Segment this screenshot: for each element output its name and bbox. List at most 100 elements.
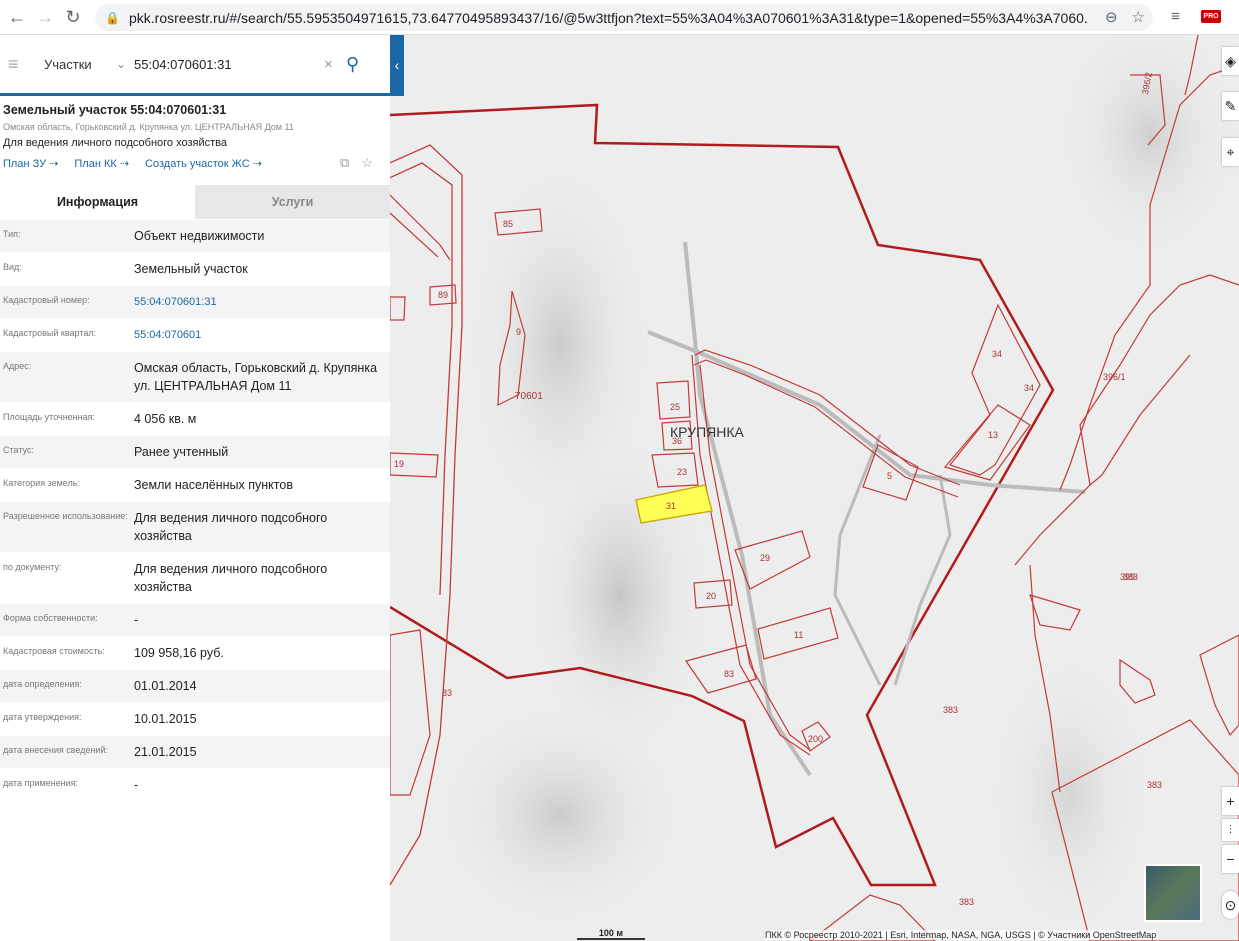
favorite-star-icon[interactable]: ☆ [361, 155, 373, 171]
create-zhs-link[interactable]: Создать участок ЖС ⇢ [145, 157, 262, 170]
clear-icon[interactable]: × [324, 56, 346, 73]
preview-icon[interactable]: ⧉ [340, 155, 349, 171]
locate-icon[interactable]: ⌖ [1222, 138, 1239, 166]
detail-value: Для ведения личного подсобного хозяйства [134, 511, 328, 543]
detail-value: Земли населённых пунктов [134, 478, 293, 492]
overview-minimap[interactable] [1144, 864, 1202, 922]
basemap-switch-icon[interactable]: ⊙ [1222, 891, 1239, 919]
detail-value: Земельный участок [134, 262, 248, 276]
parcel-label: 383 [943, 705, 958, 715]
detail-row: Категория земель: Земли населённых пункто… [0, 469, 390, 502]
plan-zu-link[interactable]: План ЗУ ⇢ [3, 157, 58, 170]
parcel-label: 5 [887, 471, 892, 481]
detail-row: дата определения: 01.01.2014 [0, 670, 390, 703]
detail-label: Кадастровая стоимость: [3, 646, 105, 656]
detail-row: Тип: Объект недвижимости [0, 220, 390, 253]
parcel-label: 36 [672, 436, 682, 446]
zoom-in-button[interactable]: + [1222, 787, 1239, 815]
object-purpose: Для ведения личного подсобного хозяйства [3, 137, 227, 149]
detail-row: дата утверждения: 10.01.2015 [0, 703, 390, 736]
menu-icon[interactable]: ≡ [8, 54, 28, 75]
detail-value: 10.01.2015 [134, 712, 197, 726]
layers-icon[interactable]: ◈ [1222, 47, 1239, 75]
detail-row: Разрешенное использование: Для ведения ли… [0, 502, 390, 553]
parcel-label: 89 [438, 290, 448, 300]
detail-label: Кадастровый номер: [3, 295, 90, 305]
detail-label: Кадастровый квартал: [3, 328, 97, 338]
detail-value: Объект недвижимости [134, 229, 265, 243]
parcel-label: 383 [959, 897, 974, 907]
zoom-scale-dots[interactable]: ⋮ [1222, 819, 1239, 841]
detail-label: Площадь уточненная: [3, 412, 95, 422]
map-canvas[interactable]: КРУПЯНКА 70601 8589919253623312920118320… [390, 35, 1239, 941]
parcel-label: 83 [724, 669, 734, 679]
search-input[interactable]: 55:04:070601:31 [134, 57, 324, 72]
detail-value: Ранее учтенный [134, 445, 229, 459]
detail-row: Кадастровая стоимость: 109 958,16 руб. [0, 637, 390, 670]
bookmark-star-icon[interactable]: ☆ [1132, 8, 1145, 26]
detail-row: Площадь уточненная: 4 056 кв. м [0, 403, 390, 436]
details-table: Тип: Объект недвижимости Вид: Земельный уча… [0, 220, 390, 802]
collapse-panel-button[interactable]: ‹ [390, 35, 404, 96]
object-header: Земельный участок 55:04:070601:31 Омская… [3, 103, 387, 171]
detail-row: дата применения: - [0, 769, 390, 802]
parcel-label: 19 [394, 459, 404, 469]
detail-value-link[interactable]: 55:04:070601:31 [134, 293, 384, 311]
parcel-label: 25 [670, 402, 680, 412]
chevron-down-icon[interactable]: ⌄ [116, 57, 134, 71]
map-attribution: ПКК © Росреестр 2010-2021 | Esri, Interm… [765, 930, 1157, 940]
media-control-icon[interactable]: ≡ [1171, 8, 1180, 25]
browser-toolbar: ← → ↻ 🔒 pkk.rosreestr.ru/#/search/55.595… [0, 0, 1239, 35]
tab-info[interactable]: Информация [0, 185, 195, 219]
reload-icon[interactable]: ↻ [62, 6, 84, 28]
detail-row: Кадастровый квартал: 55:04:070601 [0, 319, 390, 352]
parcel-label: 11 [794, 630, 803, 640]
quarter-label: 70601 [515, 391, 543, 402]
detail-row: Форма собственности: - [0, 604, 390, 637]
parcel-label: 9 [516, 327, 521, 337]
cadastral-map[interactable]: КРУПЯНКА 70601 85 89 9 19 25 36 23 31 29 20 11 83 20… [390, 35, 1239, 941]
parcel-label: 34 [992, 349, 1002, 359]
detail-label: Форма собственности: [3, 613, 98, 623]
parcel-label: 23 [677, 467, 687, 477]
tab-services[interactable]: Услуги [195, 185, 390, 219]
search-type-select[interactable]: Участки [44, 57, 116, 72]
detail-label: дата применения: [3, 778, 79, 788]
detail-row: Кадастровый номер: 55:04:070601:31 [0, 286, 390, 319]
plan-kk-link[interactable]: План КК ⇢ [74, 157, 129, 170]
zoom-out-button[interactable]: − [1222, 845, 1239, 873]
detail-label: Статус: [3, 445, 34, 455]
zoom-icon[interactable]: ⊖ [1105, 8, 1118, 26]
object-address: Омская область, Горьковский д. Крупянка … [3, 122, 294, 132]
detail-label: по документу: [3, 562, 62, 572]
extension-badge[interactable]: PRO [1201, 10, 1221, 23]
ruler-icon[interactable]: ✎ [1222, 92, 1239, 120]
detail-value-link[interactable]: 55:04:070601 [134, 326, 384, 344]
parcel-label: 83 [442, 688, 452, 698]
search-icon[interactable]: ⚲ [346, 54, 370, 75]
detail-value: 01.01.2014 [134, 679, 197, 693]
detail-row: Вид: Земельный участок [0, 253, 390, 286]
parcel-label: 13 [988, 430, 998, 440]
parcel-label: 29 [760, 553, 770, 563]
detail-row: Статус: Ранее учтенный [0, 436, 390, 469]
detail-label: Категория земель: [3, 478, 80, 488]
detail-label: дата определения: [3, 679, 82, 689]
parcel-label: 20 [706, 591, 716, 601]
detail-value: 21.01.2015 [134, 745, 197, 759]
detail-row: дата внесения сведений: 21.01.2015 [0, 736, 390, 769]
parcel-label: 85 [503, 219, 513, 229]
lock-icon: 🔒 [105, 10, 120, 25]
object-links: План ЗУ ⇢ План КК ⇢ Создать участок ЖС ⇢… [3, 155, 387, 171]
object-title: Земельный участок 55:04:070601:31 [3, 103, 227, 117]
detail-label: Адрес: [3, 361, 32, 371]
back-icon[interactable]: ← [6, 6, 28, 28]
detail-value: 109 958,16 руб. [134, 646, 224, 660]
url-text[interactable]: pkk.rosreestr.ru/#/search/55.59535049716… [129, 10, 1089, 26]
forward-icon[interactable]: → [34, 6, 56, 28]
detail-value: - [134, 613, 139, 627]
address-bar[interactable]: 🔒 pkk.rosreestr.ru/#/search/55.595350497… [95, 4, 1153, 31]
detail-value: - [134, 778, 139, 792]
detail-value: Омская область, Горьковский д. Крупянка … [134, 361, 378, 393]
search-bar: ≡ Участки ⌄ 55:04:070601:31 × ⚲ [0, 35, 404, 96]
